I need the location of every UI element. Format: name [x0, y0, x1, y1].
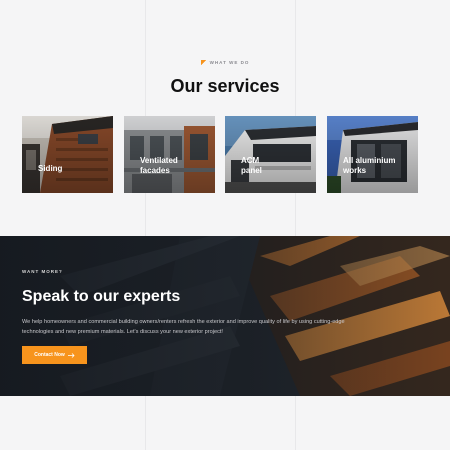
- service-card-label: Ventilated facades: [140, 156, 178, 175]
- cta-section: WANT MORE? Speak to our experts We help …: [0, 236, 450, 396]
- contact-now-button[interactable]: Contact Now: [22, 346, 87, 364]
- page: WHAT WE DO Our services Siding Ventilate…: [0, 0, 450, 450]
- service-card-aluminium-works[interactable]: All aluminium works: [327, 116, 418, 193]
- services-eyebrow: WHAT WE DO: [0, 60, 450, 65]
- contact-now-label: Contact Now: [34, 352, 65, 358]
- service-card-siding[interactable]: Siding: [22, 116, 113, 193]
- cta-eyebrow: WANT MORE?: [22, 269, 63, 274]
- service-card-ventilated-facades[interactable]: Ventilated facades: [124, 116, 215, 193]
- card-shade: [124, 116, 215, 193]
- cta-description: We help homeowners and commercial buildi…: [22, 319, 345, 335]
- services-title: Our services: [170, 76, 280, 96]
- arrow-right-icon: [67, 352, 75, 358]
- service-card-label: All aluminium works: [343, 156, 396, 175]
- service-card-label: Siding: [38, 164, 63, 173]
- cta-overlay: [0, 236, 450, 396]
- card-shade: [327, 116, 418, 193]
- services-eyebrow-text: WHAT WE DO: [209, 60, 250, 65]
- cta-title: Speak to our experts: [22, 288, 181, 305]
- accent-triangle-icon: [200, 60, 206, 65]
- service-card-acm-panel[interactable]: ACM panel: [225, 116, 316, 193]
- card-shade: [22, 116, 113, 193]
- service-card-label: ACM panel: [241, 156, 262, 175]
- card-shade: [225, 116, 316, 193]
